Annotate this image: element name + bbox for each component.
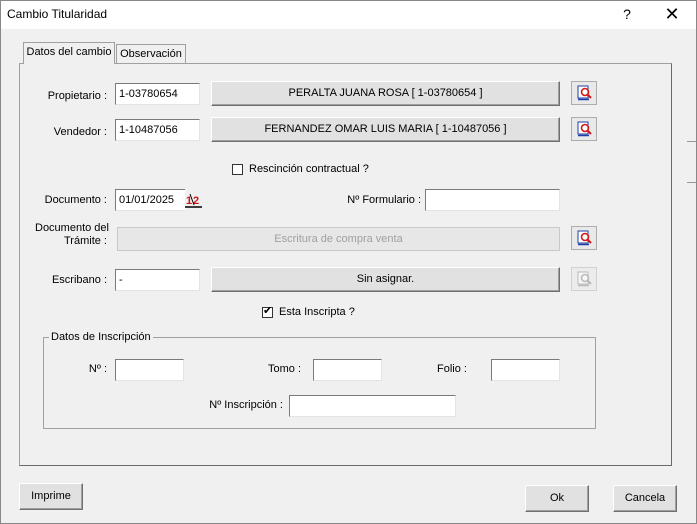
search-icon	[577, 85, 592, 101]
svg-text:2: 2	[193, 195, 199, 207]
doc-tramite-display[interactable]: Escritura de compra venta	[117, 227, 560, 251]
inscripcion-tomo-label: Tomo :	[267, 363, 301, 375]
calendar-icon: 1 2	[185, 193, 202, 208]
vendedor-code-input[interactable]: 1-10487056	[115, 119, 200, 141]
doc-tramite-label-line1: Documento del	[35, 222, 109, 234]
escribano-display-button[interactable]: Sin asignar.	[211, 267, 560, 292]
search-icon	[577, 230, 592, 246]
doc-tramite-label-line2: Trámite :	[64, 235, 107, 247]
nro-inscripcion-input[interactable]	[289, 395, 456, 417]
search-icon	[577, 271, 592, 287]
propietario-display-button[interactable]: PERALTA JUANA ROSA [ 1-03780654 ]	[211, 81, 560, 106]
ok-button[interactable]: Ok	[525, 485, 589, 512]
vendedor-search-button[interactable]	[571, 117, 597, 141]
tab-datos-del-cambio[interactable]: Datos del cambio	[23, 42, 115, 64]
inscripcion-numero-input[interactable]	[115, 359, 184, 381]
escribano-search-button[interactable]	[571, 267, 597, 291]
nro-inscripcion-label: Nº Inscripción :	[209, 399, 283, 411]
vendedor-display-button[interactable]: FERNANDEZ OMAR LUIS MARIA [ 1-10487056 ]	[211, 117, 560, 142]
cancela-button[interactable]: Cancela	[613, 485, 677, 512]
search-icon	[577, 121, 592, 137]
propietario-label: Propietario :	[47, 90, 107, 102]
inscripcion-tomo-input[interactable]	[313, 359, 382, 381]
window-edge-strip	[687, 141, 696, 183]
vendedor-label: Vendedor :	[53, 126, 107, 138]
inscripcion-legend: Datos de Inscripción	[49, 331, 153, 343]
tab-label: Datos del cambio	[26, 46, 112, 58]
escribano-code-input[interactable]: -	[115, 269, 200, 291]
calendar-button[interactable]: 1 2	[185, 191, 203, 209]
escribano-label: Escribano :	[51, 274, 107, 286]
doc-tramite-search-button[interactable]	[571, 226, 597, 250]
check-mark: ✔	[263, 305, 273, 317]
inscripta-checkbox[interactable]: ✔	[262, 305, 273, 318]
inscripta-label: Esta Inscripta ?	[279, 306, 355, 318]
documento-date-input[interactable]: 01/01/2025	[115, 189, 185, 211]
documento-label: Documento :	[44, 194, 107, 206]
tab-observacion[interactable]: Observación	[116, 44, 186, 64]
close-button[interactable]: ✕	[661, 3, 683, 25]
inscripcion-numero-label: Nº :	[88, 363, 107, 375]
rescision-checkbox[interactable]	[232, 164, 243, 175]
inscripcion-folio-input[interactable]	[491, 359, 560, 381]
formulario-input[interactable]	[425, 189, 560, 211]
window-title: Cambio Titularidad	[7, 7, 108, 21]
title-bar: Cambio Titularidad ? ✕	[1, 1, 696, 29]
inscripcion-folio-label: Folio :	[437, 363, 467, 375]
tab-label: Observación	[120, 48, 182, 60]
dialog-window: Cambio Titularidad ? ✕ Datos del cambio …	[0, 0, 697, 524]
imprime-button[interactable]: Imprime	[19, 483, 83, 510]
formulario-label: Nº Formulario :	[347, 194, 421, 206]
propietario-code-input[interactable]: 1-03780654	[115, 83, 200, 105]
rescision-label: Rescinción contractual ?	[249, 163, 369, 175]
propietario-search-button[interactable]	[571, 81, 597, 105]
help-button[interactable]: ?	[618, 5, 636, 23]
